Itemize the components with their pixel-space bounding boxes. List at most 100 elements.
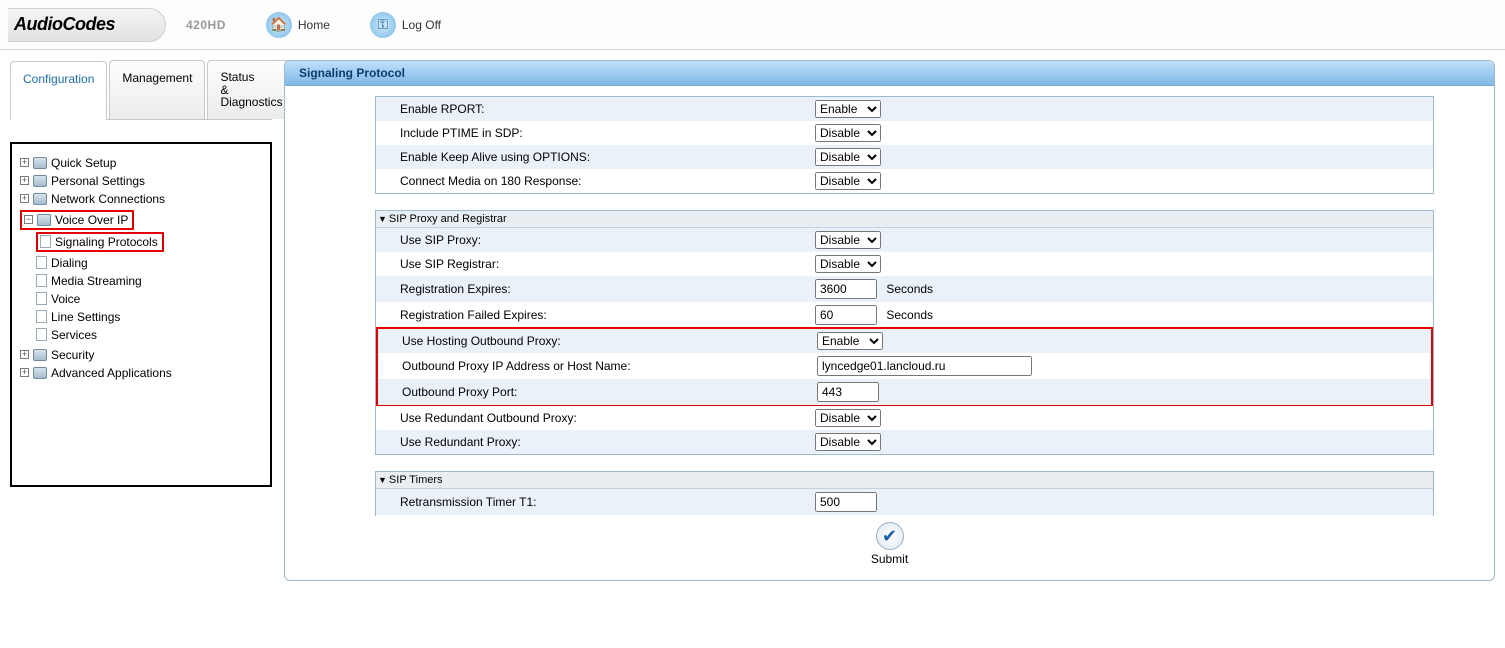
folder-icon xyxy=(33,349,47,361)
home-link[interactable]: 🏠 Home xyxy=(266,12,330,38)
expand-icon[interactable]: + xyxy=(20,350,29,359)
folder-icon xyxy=(33,367,47,379)
tree-label: Advanced Applications xyxy=(51,366,172,380)
tree-security[interactable]: + Security xyxy=(20,348,266,362)
tree-label: Line Settings xyxy=(51,310,120,324)
page-icon xyxy=(36,274,47,287)
submit-label: Submit xyxy=(285,552,1494,566)
tab-status[interactable]: Status & Diagnostics xyxy=(207,60,295,119)
select-use-red-ob-proxy[interactable]: Disable xyxy=(815,409,881,427)
tree-label: Dialing xyxy=(51,256,88,270)
tree-label: Quick Setup xyxy=(51,156,116,170)
input-t1[interactable] xyxy=(815,492,877,512)
folder-icon xyxy=(37,214,51,226)
expand-icon[interactable]: + xyxy=(20,158,29,167)
highlighted-proxy-block: Use Hosting Outbound Proxy: Enable Outbo… xyxy=(376,327,1433,407)
folder-icon xyxy=(33,157,47,169)
panel-title: Signaling Protocol xyxy=(285,61,1494,86)
home-label: Home xyxy=(298,18,330,32)
folder-icon xyxy=(33,175,47,187)
collapse-icon[interactable]: − xyxy=(24,215,33,224)
tree-label: Voice xyxy=(51,292,80,306)
caret-down-icon: ▼ xyxy=(378,475,387,485)
select-use-sip-proxy[interactable]: Disable xyxy=(815,231,881,249)
unit-seconds: Seconds xyxy=(886,282,933,296)
select-use-sip-registrar[interactable]: Disable xyxy=(815,255,881,273)
page-icon xyxy=(36,328,47,341)
section-proxy: ▼ SIP Proxy and Registrar Use SIP Proxy:… xyxy=(375,210,1434,455)
page-icon xyxy=(36,256,47,269)
tab-configuration[interactable]: Configuration xyxy=(10,61,107,120)
logoff-link[interactable]: ⚿ Log Off xyxy=(370,12,441,38)
tree-media-streaming[interactable]: Media Streaming xyxy=(36,274,266,288)
label-ob-proxy-port: Outbound Proxy Port: xyxy=(402,385,817,399)
tree-network-connections[interactable]: + Network Connections xyxy=(20,192,266,206)
label-reg-expires: Registration Expires: xyxy=(400,282,815,296)
tree-label: Personal Settings xyxy=(51,174,145,188)
input-ob-proxy-port[interactable] xyxy=(817,382,879,402)
brand-logo: AudioCodes xyxy=(8,8,166,42)
section-general: Enable RPORT: Enable Include PTIME in SD… xyxy=(375,96,1434,194)
tree-services[interactable]: Services xyxy=(36,328,266,342)
tree-voice[interactable]: Voice xyxy=(36,292,266,306)
nav-tree: + Quick Setup + Personal Settings xyxy=(10,142,272,487)
tab-management[interactable]: Management xyxy=(109,60,205,119)
tree-line-settings[interactable]: Line Settings xyxy=(36,310,266,324)
label-use-red-ob-proxy: Use Redundant Outbound Proxy: xyxy=(400,411,815,425)
tree-label: Media Streaming xyxy=(51,274,142,288)
label-include-ptime: Include PTIME in SDP: xyxy=(400,126,815,140)
brand-text: AudioCodes xyxy=(14,14,115,35)
select-connect-media[interactable]: Disable xyxy=(815,172,881,190)
unit-seconds: Seconds xyxy=(886,308,933,322)
form-scroll[interactable]: Enable RPORT: Enable Include PTIME in SD… xyxy=(285,86,1494,516)
label-t1: Retransmission Timer T1: xyxy=(400,495,815,509)
label-connect-media: Connect Media on 180 Response: xyxy=(400,174,815,188)
tree-label: Voice Over IP xyxy=(55,213,128,227)
tree-dialing[interactable]: Dialing xyxy=(36,256,266,270)
label-use-sip-proxy: Use SIP Proxy: xyxy=(400,233,815,247)
section-timers-head[interactable]: ▼ SIP Timers xyxy=(376,472,1433,489)
input-ob-proxy-ip[interactable] xyxy=(817,356,1032,376)
select-enable-rport[interactable]: Enable xyxy=(815,100,881,118)
label-use-hob-proxy: Use Hosting Outbound Proxy: xyxy=(402,334,817,348)
folder-icon xyxy=(33,193,47,205)
section-timers-title: SIP Timers xyxy=(389,474,443,486)
model-label: 420HD xyxy=(186,18,226,32)
section-proxy-head[interactable]: ▼ SIP Proxy and Registrar xyxy=(376,211,1433,228)
tree-signaling-protocols[interactable]: Signaling Protocols xyxy=(36,232,164,252)
key-icon: ⚿ xyxy=(370,12,396,38)
select-use-red-proxy[interactable]: Disable xyxy=(815,433,881,451)
label-keep-alive: Enable Keep Alive using OPTIONS: xyxy=(400,150,815,164)
page-icon xyxy=(36,292,47,305)
select-keep-alive[interactable]: Disable xyxy=(815,148,881,166)
logoff-label: Log Off xyxy=(402,18,441,32)
topbar: AudioCodes 420HD 🏠 Home ⚿ Log Off xyxy=(0,0,1505,50)
select-use-hob-proxy[interactable]: Enable xyxy=(817,332,883,350)
label-use-red-proxy: Use Redundant Proxy: xyxy=(400,435,815,449)
home-icon: 🏠 xyxy=(266,12,292,38)
tree-label: Services xyxy=(51,328,97,342)
select-include-ptime[interactable]: Disable xyxy=(815,124,881,142)
expand-icon[interactable]: + xyxy=(20,368,29,377)
tree-personal-settings[interactable]: + Personal Settings xyxy=(20,174,266,188)
tree-advanced-applications[interactable]: + Advanced Applications xyxy=(20,366,266,380)
section-timers: ▼ SIP Timers Retransmission Timer T1: Re… xyxy=(375,471,1434,516)
page-icon xyxy=(36,310,47,323)
tree-label: Network Connections xyxy=(51,192,165,206)
caret-down-icon: ▼ xyxy=(378,214,387,224)
tree-label: Security xyxy=(51,348,94,362)
label-enable-rport: Enable RPORT: xyxy=(400,102,815,116)
input-reg-expires[interactable] xyxy=(815,279,877,299)
submit-button[interactable]: ✔ xyxy=(876,522,904,550)
side-tabs: Configuration Management Status & Diagno… xyxy=(10,60,272,120)
tree-voice-over-ip[interactable]: − Voice Over IP xyxy=(20,210,134,230)
main-panel: Signaling Protocol Enable RPORT: Enable … xyxy=(284,60,1495,581)
tree-quick-setup[interactable]: + Quick Setup xyxy=(20,156,266,170)
page-icon xyxy=(40,235,51,248)
label-ob-proxy-ip: Outbound Proxy IP Address or Host Name: xyxy=(402,359,817,373)
input-reg-fail-expires[interactable] xyxy=(815,305,877,325)
expand-icon[interactable]: + xyxy=(20,176,29,185)
section-proxy-title: SIP Proxy and Registrar xyxy=(389,213,507,225)
label-reg-fail-expires: Registration Failed Expires: xyxy=(400,308,815,322)
expand-icon[interactable]: + xyxy=(20,194,29,203)
